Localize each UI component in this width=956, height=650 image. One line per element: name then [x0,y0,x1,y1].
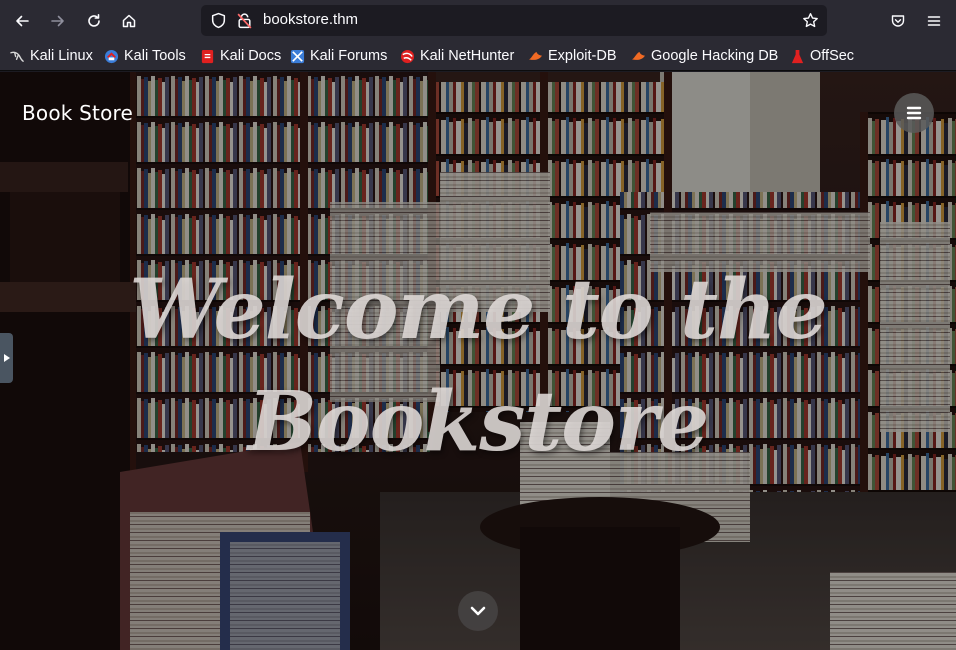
kali-docs-icon [201,49,214,63]
kali-tools-icon [104,49,119,63]
app-menu-button[interactable] [919,6,949,36]
hamburger-menu-icon [906,106,922,120]
shield-icon[interactable] [210,12,227,29]
bookmark-label: Kali Forums [310,48,388,64]
home-icon [122,14,136,28]
forward-button[interactable] [43,6,73,36]
hero-title-line-2: Bookstore [247,374,710,470]
bookmark-exploit-db[interactable]: Exploit-DB [528,46,617,66]
bookmark-kali-linux[interactable]: Kali Linux [10,46,93,66]
bookmark-label: Google Hacking DB [651,48,779,64]
page-viewport: Book Store Welcome to the Bookstore [0,72,956,650]
hamburger-menu-icon [927,16,941,26]
site-menu-button[interactable] [894,93,934,133]
address-bar[interactable]: bookstore.thm [201,5,827,36]
bookmark-star-icon[interactable] [802,12,819,29]
site-brand[interactable]: Book Store [22,101,133,125]
back-button[interactable] [7,6,37,36]
bookmarks-toolbar: Kali Linux Kali Tools Kali Docs Kali For… [0,41,956,71]
kali-nethunter-icon [400,49,415,63]
bookmark-label: Kali Tools [124,48,186,64]
home-button[interactable] [114,6,144,36]
pocket-icon [891,15,905,27]
offsec-icon [791,49,804,63]
bookmark-label: Kali NetHunter [420,48,515,64]
bookmark-kali-tools[interactable]: Kali Tools [104,46,186,66]
bookmark-offsec[interactable]: OffSec [790,46,854,66]
bookmark-kali-docs[interactable]: Kali Docs [200,46,281,66]
ghdb-icon [631,51,646,60]
reload-button[interactable] [79,6,109,36]
kali-dragon-icon [10,51,24,62]
arrow-left-icon [16,15,29,27]
browser-toolbar: bookstore.thm [0,0,956,41]
pocket-button[interactable] [883,6,913,36]
chevron-down-icon [470,606,486,616]
arrow-right-icon [51,15,64,27]
insecure-lock-icon[interactable] [236,12,253,29]
url-text[interactable]: bookstore.thm [263,11,358,28]
bookmark-kali-forums[interactable]: Kali Forums [290,46,387,66]
bookmark-label: Exploit-DB [548,48,617,64]
reload-icon [88,14,100,27]
exploit-db-icon [528,51,543,60]
bookmark-label: Kali Docs [220,48,282,64]
bookmark-google-hacking-db[interactable]: Google Hacking DB [631,46,778,66]
hero-title-line-1: Welcome to the [129,262,828,358]
hero-title: Welcome to the Bookstore [0,254,956,478]
kali-forums-icon [290,49,305,63]
bookmark-label: OffSec [810,48,855,64]
bookmark-label: Kali Linux [30,48,93,64]
bookmark-kali-nethunter[interactable]: Kali NetHunter [400,46,514,66]
scroll-down-button[interactable] [458,591,498,631]
